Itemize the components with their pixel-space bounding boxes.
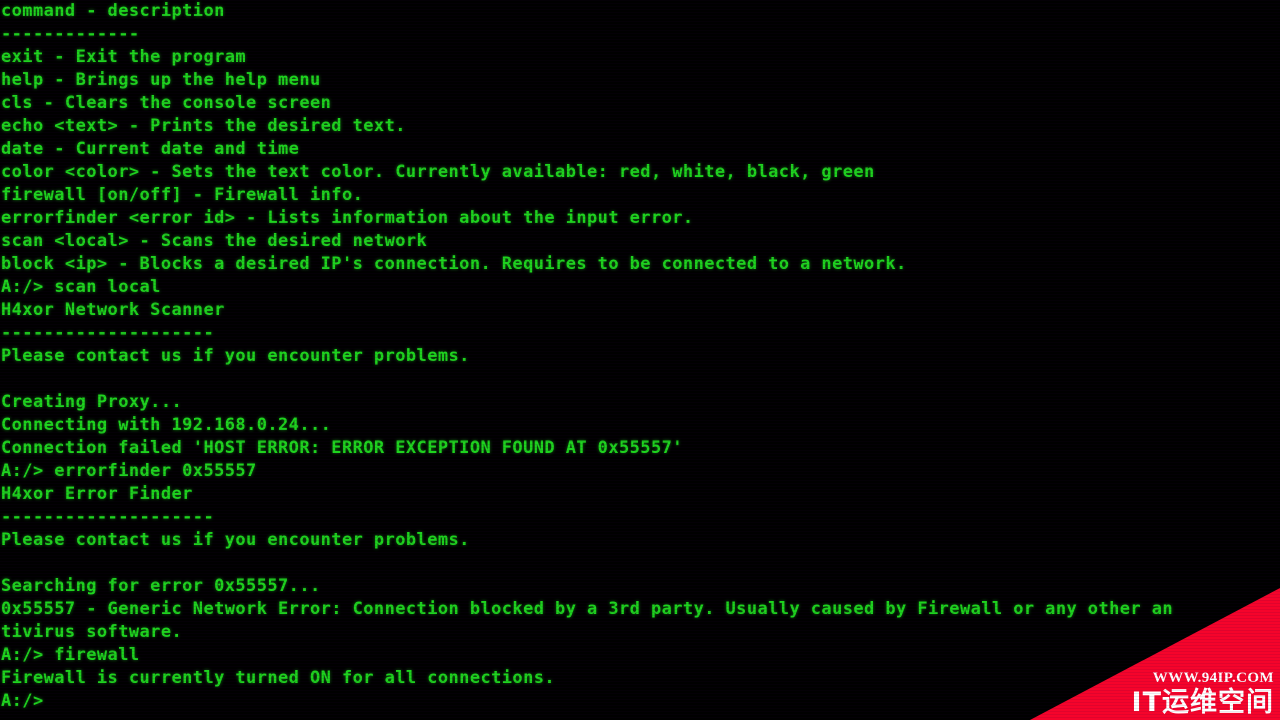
console-line: 0x55557 - Generic Network Error: Connect… xyxy=(1,599,1174,619)
console-line: A:/> scan local xyxy=(1,277,161,297)
console-line: Connection failed 'HOST ERROR: ERROR EXC… xyxy=(1,438,683,458)
console-line: help - Brings up the help menu xyxy=(1,70,321,90)
console-line: Searching for error 0x55557... xyxy=(1,576,321,596)
console-line: -------------------- xyxy=(1,507,215,527)
console-line: A:/> xyxy=(1,691,44,711)
console-line: A:/> errorfinder 0x55557 xyxy=(1,461,257,481)
console-line: H4xor Error Finder xyxy=(1,484,193,504)
console-line: Please contact us if you encounter probl… xyxy=(1,530,470,550)
console-line: errorfinder <error id> - Lists informati… xyxy=(1,208,694,228)
console-line: scan <local> - Scans the desired network xyxy=(1,231,428,251)
console-line: tivirus software. xyxy=(1,622,183,642)
console-line: -------------------- xyxy=(1,323,215,343)
console-line: block <ip> - Blocks a desired IP's conne… xyxy=(1,254,907,274)
console-line: Creating Proxy... xyxy=(1,392,183,412)
console-line: Please contact us if you encounter probl… xyxy=(1,346,470,366)
console-line: exit - Exit the program xyxy=(1,47,247,67)
console-line: firewall [on/off] - Firewall info. xyxy=(1,185,364,205)
console-output[interactable]: command - description ------------- exit -… xyxy=(0,0,1280,713)
console-line: cls - Clears the console screen xyxy=(1,93,332,113)
terminal-screen: command - description ------------- exit -… xyxy=(0,0,1280,720)
console-line: Firewall is currently turned ON for all … xyxy=(1,668,556,688)
console-line: H4xor Network Scanner xyxy=(1,300,225,320)
console-line: command - description xyxy=(1,1,225,21)
console-line: color <color> - Sets the text color. Cur… xyxy=(1,162,875,182)
console-line: A:/> firewall xyxy=(1,645,140,665)
console-line: ------------- xyxy=(1,24,140,44)
console-line: date - Current date and time xyxy=(1,139,300,159)
console-line: Connecting with 192.168.0.24... xyxy=(1,415,332,435)
console-line: echo <text> - Prints the desired text. xyxy=(1,116,406,136)
